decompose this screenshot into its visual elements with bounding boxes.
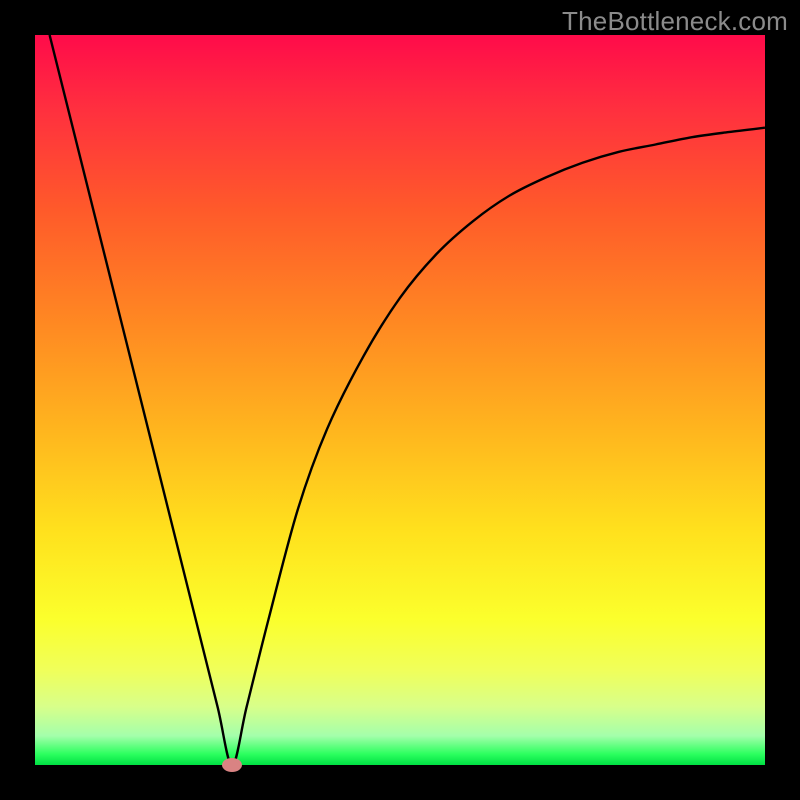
optimal-point-marker xyxy=(222,758,242,772)
watermark-text: TheBottleneck.com xyxy=(562,6,788,37)
chart-frame: TheBottleneck.com xyxy=(0,0,800,800)
curve-path xyxy=(50,35,765,765)
bottleneck-curve xyxy=(35,35,765,765)
chart-plot-area xyxy=(35,35,765,765)
